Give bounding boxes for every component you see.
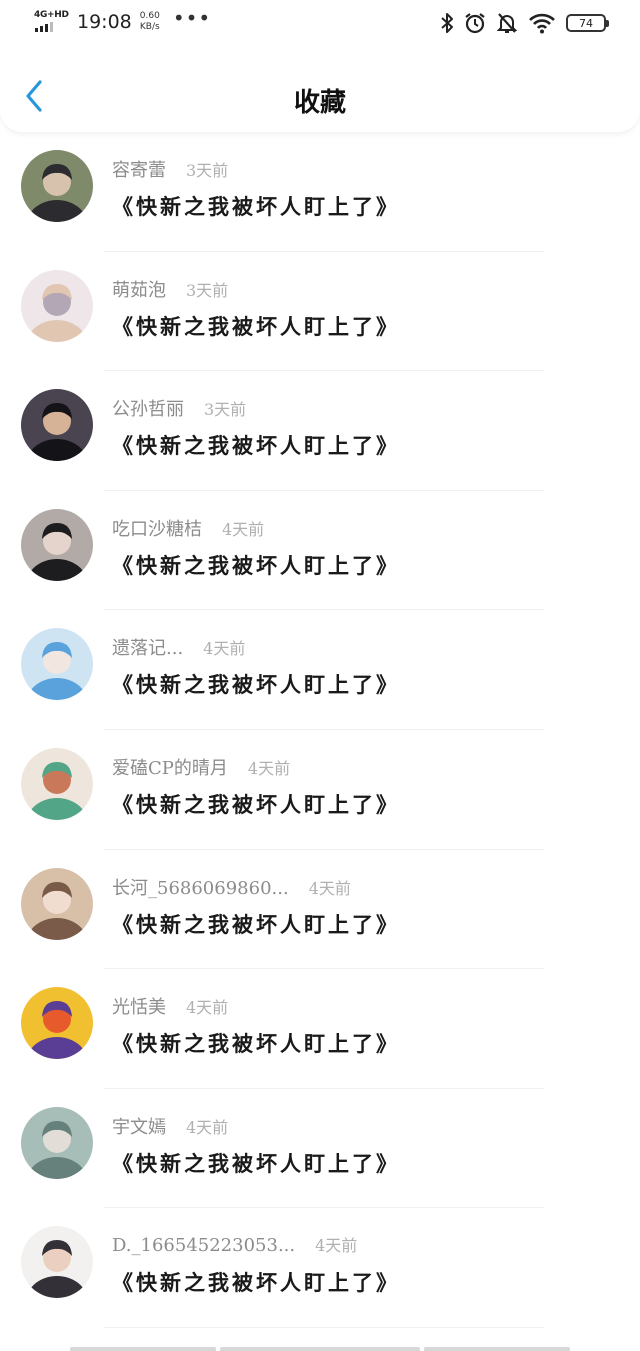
list-item[interactable]: 遗落记... 4天前《快新之我被坏人盯上了》	[0, 610, 640, 730]
list-item[interactable]: D._166545223053... 4天前《快新之我被坏人盯上了》	[0, 1208, 640, 1328]
username[interactable]: D._166545223053...	[112, 1235, 295, 1256]
network-type: 4G+HD	[34, 10, 69, 20]
status-left: 4G+HD 19:08 0.60 KB/s •••	[34, 6, 211, 34]
username[interactable]: 爱磕CP的晴月	[112, 754, 228, 780]
item-meta: 公孙哲丽 3天前	[112, 395, 246, 421]
timestamp: 3天前	[186, 161, 229, 180]
avatar[interactable]	[21, 628, 93, 701]
favorite-title[interactable]: 《快新之我被坏人盯上了》	[112, 789, 400, 819]
timestamp: 4天前	[308, 878, 351, 898]
username[interactable]: 宇文嫣	[112, 1113, 166, 1139]
speed-unit: KB/s	[139, 22, 160, 32]
timestamp: 4天前	[247, 758, 291, 778]
item-meta: 吃口沙糖桔 4天前	[112, 515, 264, 541]
avatar[interactable]	[21, 1106, 93, 1179]
list-item[interactable]: 吃口沙糖桔 4天前《快新之我被坏人盯上了》	[0, 491, 640, 611]
avatar[interactable]	[21, 150, 93, 222]
favorite-title[interactable]: 《快新之我被坏人盯上了》	[112, 550, 400, 580]
signal-icon: 4G+HD	[34, 10, 69, 34]
timestamp: 3天前	[186, 280, 229, 300]
item-meta: 萌茹泡 3天前	[112, 276, 228, 302]
avatar[interactable]	[21, 269, 93, 342]
list-item[interactable]: 长河_5686069860... 4天前《快新之我被坏人盯上了》	[0, 850, 640, 970]
timestamp: 4天前	[203, 639, 246, 659]
mute-icon	[496, 13, 518, 33]
timestamp: 4天前	[186, 1117, 229, 1137]
favorite-title[interactable]: 《快新之我被坏人盯上了》	[112, 430, 400, 460]
avatar[interactable]	[21, 867, 93, 940]
header: 收藏	[0, 50, 640, 132]
username[interactable]: 长河_5686069860...	[112, 874, 289, 900]
favorites-list: 容寄蕾 3天前 《快新之我被坏人盯上了》 萌茹泡 3天前 《快新之我被坏人盯上了》 公孙哲丽…	[0, 132, 640, 1328]
username[interactable]: 吃口沙糖桔	[112, 515, 202, 541]
list-item[interactable]: 光恬美 4天前《快新之我被坏人盯上了》	[0, 969, 640, 1089]
list-item[interactable]: 公孙哲丽 3天前《快新之我被坏人盯上了》	[0, 371, 640, 491]
timestamp: 4天前	[222, 519, 265, 539]
favorite-title[interactable]: 《快新之我被坏人盯上了》	[112, 669, 400, 699]
avatar[interactable]	[21, 389, 93, 462]
username[interactable]: 遗落记...	[112, 634, 183, 660]
avatar[interactable]	[21, 987, 93, 1060]
wifi-icon	[529, 13, 555, 34]
bluetooth-icon	[441, 13, 453, 33]
avatar[interactable]	[21, 1226, 93, 1299]
battery-icon: 74	[566, 14, 609, 32]
item-meta: D._166545223053... 4天前	[112, 1232, 357, 1256]
battery-level: 74	[579, 16, 593, 30]
item-meta: 遗落记... 4天前	[112, 634, 245, 660]
more-notifications-icon: •••	[172, 6, 212, 30]
username[interactable]: 公孙哲丽	[112, 395, 184, 421]
status-time: 19:08	[77, 11, 132, 33]
favorite-title[interactable]: 《快新之我被坏人盯上了》	[112, 1267, 400, 1297]
favorite-title[interactable]: 《快新之我被坏人盯上了》	[112, 909, 400, 939]
item-meta: 光恬美 4天前	[112, 993, 228, 1019]
list-item[interactable]: 萌茹泡 3天前《快新之我被坏人盯上了》	[0, 252, 640, 372]
divider	[104, 1326, 544, 1328]
network-speed: 0.60 KB/s	[140, 11, 160, 33]
timestamp: 3天前	[204, 400, 247, 420]
avatar[interactable]	[21, 508, 93, 581]
timestamp: 4天前	[315, 1236, 358, 1256]
list-item[interactable]: 爱磕CP的晴月 4天前《快新之我被坏人盯上了》	[0, 730, 640, 850]
favorite-title[interactable]: 《快新之我被坏人盯上了》	[112, 1148, 400, 1178]
item-meta: 爱磕CP的晴月 4天前	[112, 754, 290, 780]
speed-value: 0.60	[139, 11, 160, 21]
username[interactable]: 容寄蕾	[112, 156, 166, 182]
favorite-title[interactable]: 《快新之我被坏人盯上了》	[112, 311, 400, 341]
favorite-title[interactable]: 《快新之我被坏人盯上了》	[112, 1028, 400, 1058]
next-item-peek	[0, 1344, 640, 1351]
status-bar: 4G+HD 19:08 0.60 KB/s ••• 74	[0, 0, 640, 50]
list-item[interactable]: 宇文嫣 4天前《快新之我被坏人盯上了》	[0, 1089, 640, 1209]
item-meta: 长河_5686069860... 4天前	[112, 874, 351, 900]
username[interactable]: 光恬美	[112, 993, 166, 1019]
username[interactable]: 萌茹泡	[112, 276, 166, 302]
item-meta: 宇文嫣 4天前	[112, 1113, 228, 1139]
list-item[interactable]: 容寄蕾 3天前《快新之我被坏人盯上了》	[0, 132, 640, 252]
alarm-icon	[465, 13, 485, 34]
status-right: 74	[440, 12, 609, 34]
page-title: 收藏	[293, 88, 346, 118]
timestamp: 4天前	[186, 998, 229, 1018]
item-meta: 容寄蕾 3天前	[112, 156, 228, 182]
avatar[interactable]	[21, 747, 93, 820]
favorite-title[interactable]: 《快新之我被坏人盯上了》	[112, 191, 400, 221]
